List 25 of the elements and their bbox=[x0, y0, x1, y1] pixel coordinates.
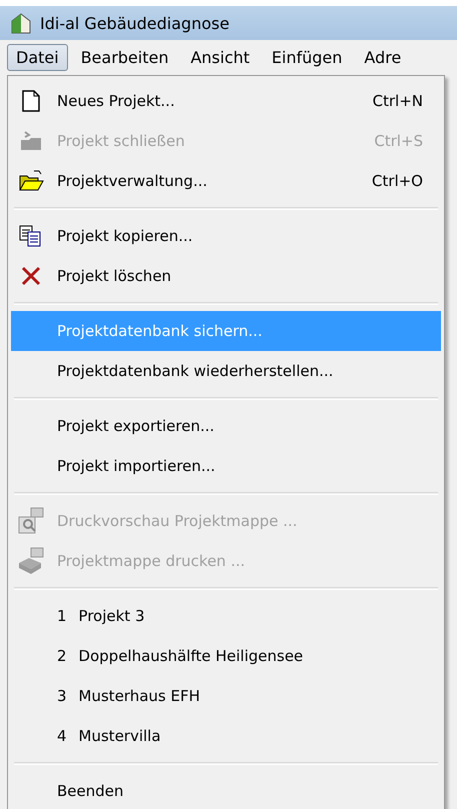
document-icon bbox=[22, 90, 40, 112]
menu-item[interactable]: 2 Doppelhaushälfte Heiligensee bbox=[11, 636, 441, 676]
menu-item[interactable]: Beenden bbox=[11, 771, 441, 809]
open-folder-icon bbox=[18, 170, 44, 192]
menu-bar-item[interactable]: Bearbeiten bbox=[72, 44, 178, 71]
menu-bar-item[interactable]: Datei bbox=[7, 44, 68, 71]
menu-item[interactable]: Projektdatenbank wiederherstellen... bbox=[11, 351, 441, 391]
window-title: Idi-al Gebäudediagnose bbox=[40, 14, 230, 32]
menu-item[interactable]: Neues Projekt... Ctrl+N bbox=[11, 81, 441, 121]
menu-item[interactable]: Projekt exportieren... bbox=[11, 406, 441, 446]
menu-item[interactable]: 1 Projekt 3 bbox=[11, 596, 441, 636]
menu-item[interactable]: Projekt importieren... bbox=[11, 446, 441, 486]
menu-bar-item[interactable]: Ansicht bbox=[182, 44, 259, 71]
print-preview-icon bbox=[17, 507, 45, 535]
folder-icon bbox=[18, 130, 44, 152]
printer-icon bbox=[17, 547, 45, 575]
menu-item[interactable]: 3 Musterhaus EFH bbox=[11, 676, 441, 716]
menu-item[interactable]: 4 Mustervilla bbox=[11, 716, 441, 756]
menu-item[interactable]: Projektverwaltung... Ctrl+O bbox=[11, 161, 441, 201]
delete-icon bbox=[20, 265, 42, 287]
menu-item[interactable]: Projekt kopieren... bbox=[11, 216, 441, 256]
house-icon bbox=[10, 12, 32, 34]
menu-bar-item[interactable]: Einfügen bbox=[262, 44, 352, 71]
menu-bar-item[interactable]: Adre bbox=[355, 44, 410, 71]
menu-item[interactable]: Projekt löschen bbox=[11, 256, 441, 296]
